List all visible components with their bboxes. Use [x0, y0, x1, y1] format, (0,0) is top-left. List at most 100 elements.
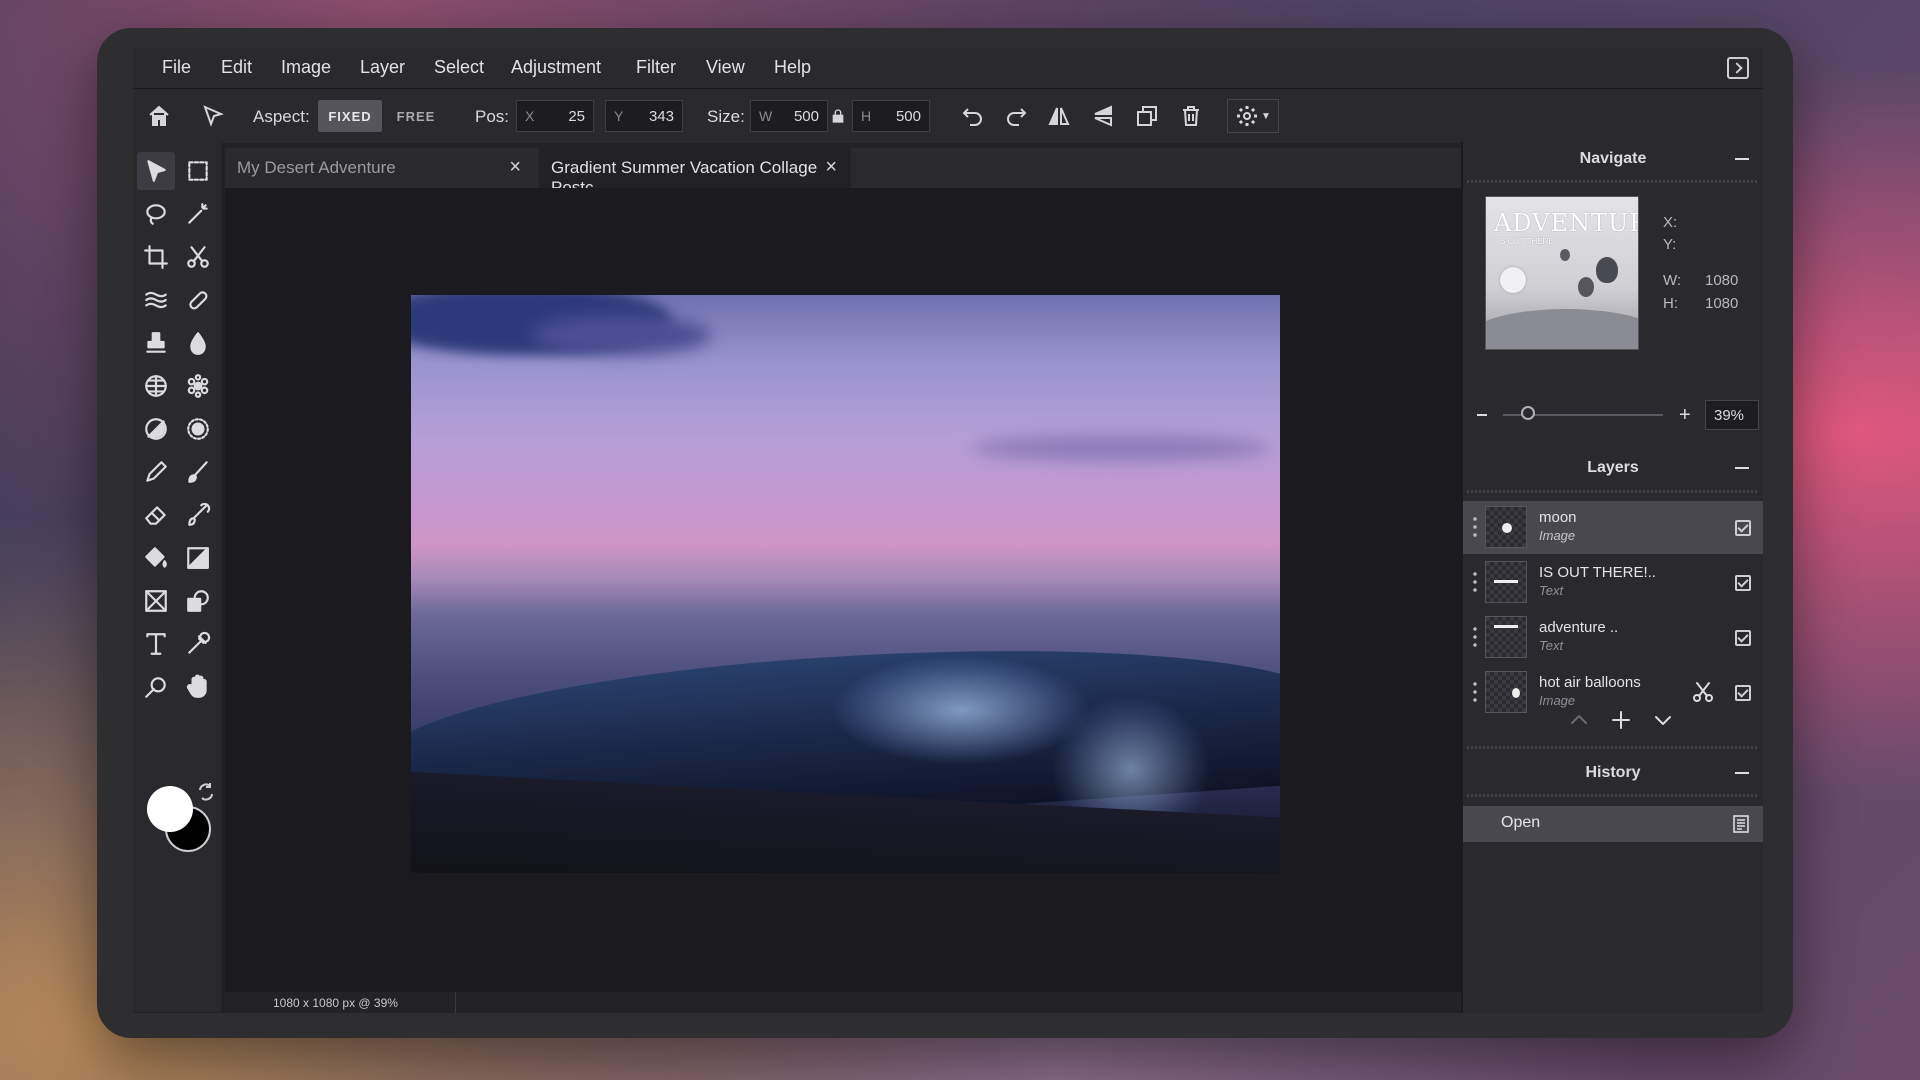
menu-image[interactable]: Image — [281, 57, 331, 78]
drag-handle-icon[interactable] — [1473, 625, 1477, 649]
blur-tool-icon[interactable] — [179, 324, 217, 362]
magic-wand-tool-icon[interactable] — [179, 195, 217, 233]
nav-width: W: 1080 — [1663, 272, 1738, 289]
history-panel-header[interactable]: History — [1463, 756, 1763, 790]
trash-icon[interactable] — [1177, 102, 1205, 130]
minimize-icon[interactable] — [1735, 772, 1749, 774]
navigate-panel-header[interactable]: Navigate — [1463, 142, 1763, 176]
zoom-input[interactable]: 39% — [1705, 400, 1759, 430]
divider — [1467, 490, 1759, 493]
layers-panel-header[interactable]: Layers — [1463, 451, 1763, 485]
layer-visibility-checkbox[interactable] — [1735, 520, 1751, 536]
layer-type: Text — [1539, 638, 1564, 653]
size-width-field[interactable]: W 500 — [750, 100, 828, 132]
dune-graphic — [1486, 309, 1638, 349]
zoom-slider-handle[interactable] — [1521, 406, 1535, 420]
x-value: 25 — [568, 108, 585, 125]
navigator-thumbnail[interactable]: ADVENTURE IS OUT THERE! — [1485, 196, 1639, 350]
shape-tool-icon[interactable] — [179, 582, 217, 620]
brush-tool-icon[interactable] — [179, 453, 217, 491]
flip-vertical-icon[interactable] — [1089, 102, 1117, 130]
foreground-color-swatch[interactable] — [147, 786, 193, 832]
aspect-fixed-button[interactable]: FIXED — [318, 100, 382, 132]
undo-icon[interactable] — [959, 102, 987, 130]
status-bar: 1080 x 1080 px @ 39% — [225, 992, 1461, 1013]
drag-handle-icon[interactable] — [1473, 680, 1477, 704]
gear-icon — [1237, 106, 1258, 126]
add-layer-icon[interactable] — [1609, 708, 1633, 732]
canvas-area[interactable] — [225, 188, 1461, 992]
scissors-tool-icon[interactable] — [179, 238, 217, 276]
menu-file[interactable]: File — [162, 57, 191, 78]
menu-filter[interactable]: Filter — [636, 57, 676, 78]
text-tool-icon[interactable] — [137, 625, 175, 663]
layer-thumbnail — [1485, 671, 1527, 713]
sponge-tool-icon[interactable] — [137, 367, 175, 405]
hand-tool-icon[interactable] — [179, 668, 217, 706]
dodge-tool-icon[interactable] — [137, 410, 175, 448]
fill-tool-icon[interactable] — [137, 539, 175, 577]
history-item[interactable]: Open — [1463, 806, 1763, 842]
marquee-tool-icon[interactable] — [179, 152, 217, 190]
menu-layer[interactable]: Layer — [360, 57, 405, 78]
eraser-tool-icon[interactable] — [137, 496, 175, 534]
color-replace-tool-icon[interactable] — [179, 496, 217, 534]
tab-my-desert-adventure[interactable]: My Desert Adventure × — [225, 148, 535, 188]
close-icon[interactable]: × — [509, 156, 521, 179]
heal-tool-icon[interactable] — [179, 281, 217, 319]
bloat-tool-icon[interactable] — [179, 367, 217, 405]
stamp-tool-icon[interactable] — [137, 324, 175, 362]
tab-label: My Desert Adventure — [237, 158, 396, 177]
layer-row-is-out-there[interactable]: IS OUT THERE!.. Text — [1463, 556, 1763, 609]
tab-gradient-summer-vacation[interactable]: Gradient Summer Vacation Collage Postc..… — [539, 148, 851, 197]
home-icon[interactable] — [145, 102, 173, 130]
move-layer-down-icon[interactable] — [1651, 708, 1675, 732]
flip-horizontal-icon[interactable] — [1045, 102, 1073, 130]
layer-visibility-checkbox[interactable] — [1735, 685, 1751, 701]
size-height-field[interactable]: H 500 — [852, 100, 930, 132]
liquify-tool-icon[interactable] — [137, 281, 175, 319]
layer-visibility-checkbox[interactable] — [1735, 575, 1751, 591]
pencil-tool-icon[interactable] — [137, 453, 175, 491]
duplicate-icon[interactable] — [1133, 102, 1161, 130]
eyedropper-tool-icon[interactable] — [179, 625, 217, 663]
minimize-icon[interactable] — [1735, 467, 1749, 469]
pos-y-field[interactable]: Y 343 — [605, 100, 683, 132]
drag-handle-icon[interactable] — [1473, 515, 1477, 539]
nav-x: X: — [1663, 214, 1677, 231]
minimize-icon[interactable] — [1735, 158, 1749, 160]
frame-tool-icon[interactable] — [137, 582, 175, 620]
redo-icon[interactable] — [1002, 102, 1030, 130]
pointer-icon[interactable] — [199, 102, 227, 130]
zoom-tool-icon[interactable] — [137, 668, 175, 706]
zoom-in-button[interactable]: + — [1679, 404, 1691, 427]
gradient-tool-icon[interactable] — [179, 539, 217, 577]
swap-colors-icon[interactable] — [196, 782, 216, 802]
settings-dropdown[interactable]: ▼ — [1227, 99, 1279, 133]
scissors-icon[interactable] — [1691, 680, 1715, 704]
menu-select[interactable]: Select — [434, 57, 484, 78]
layer-type: Image — [1539, 693, 1576, 708]
crop-tool-icon[interactable] — [137, 238, 175, 276]
drag-handle-icon[interactable] — [1473, 570, 1477, 594]
menu-help[interactable]: Help — [774, 57, 811, 78]
aspect-free-button[interactable]: FREE — [385, 100, 447, 132]
close-icon[interactable]: × — [825, 156, 837, 179]
pinch-tool-icon[interactable] — [179, 410, 217, 448]
move-tool-icon[interactable] — [137, 152, 175, 190]
layer-row-moon[interactable]: moon Image — [1463, 501, 1763, 554]
sky-cloud — [531, 315, 711, 355]
menu-adjustment[interactable]: Adjustment — [511, 57, 601, 78]
collapse-panel-icon[interactable] — [1727, 57, 1749, 79]
layer-visibility-checkbox[interactable] — [1735, 630, 1751, 646]
menu-bar: File Edit Image Layer Select Adjustment … — [133, 48, 1763, 88]
move-layer-up-icon[interactable] — [1567, 708, 1591, 732]
pos-x-field[interactable]: X 25 — [516, 100, 594, 132]
menu-edit[interactable]: Edit — [221, 57, 252, 78]
lasso-tool-icon[interactable] — [137, 195, 175, 233]
canvas-image[interactable] — [411, 295, 1280, 873]
zoom-out-button[interactable] — [1477, 414, 1487, 416]
menu-view[interactable]: View — [706, 57, 745, 78]
layer-row-adventure[interactable]: adventure .. Text — [1463, 611, 1763, 664]
lock-icon[interactable] — [828, 102, 848, 130]
